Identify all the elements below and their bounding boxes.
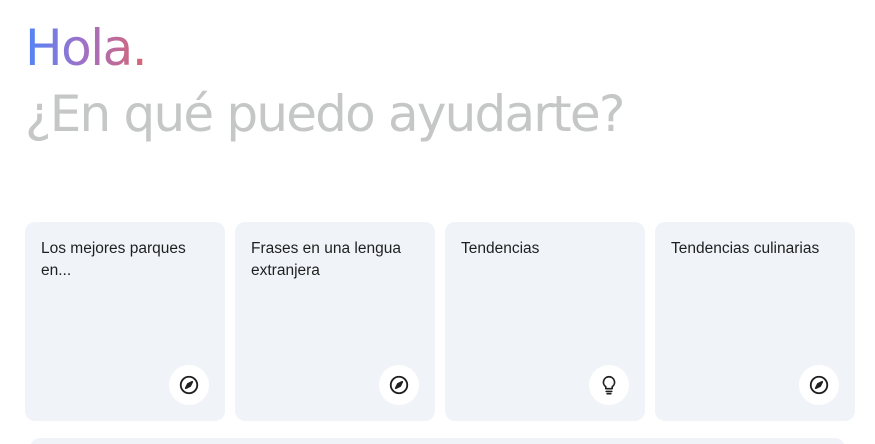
suggestion-card-parks[interactable]: Los mejores parques en... (25, 222, 225, 421)
lightbulb-icon (589, 365, 629, 405)
suggestion-card-culinary[interactable]: Tendencias culinarias (655, 222, 855, 421)
suggestion-card-text: Los mejores parques en... (41, 240, 186, 279)
suggestion-card-trends[interactable]: Tendencias (445, 222, 645, 421)
greeting-subtitle: ¿En qué puedo ayudarte? (25, 85, 625, 143)
compass-icon (799, 365, 839, 405)
suggestion-card-phrases[interactable]: Frases en una lengua extranjera (235, 222, 435, 421)
suggestion-card-text: Frases en una lengua extranjera (251, 240, 401, 279)
suggestion-card-text: Tendencias (461, 240, 540, 257)
suggestion-cards: Los mejores parques en... Frases en una … (25, 222, 855, 421)
compass-icon (379, 365, 419, 405)
greeting-title: Hola. (25, 19, 148, 77)
page: Hola. ¿En qué puedo ayudarte? Los mejore… (0, 0, 875, 444)
suggestion-card-text: Tendencias culinarias (671, 240, 820, 257)
compass-icon (169, 365, 209, 405)
prompt-input-bar[interactable] (30, 438, 845, 444)
